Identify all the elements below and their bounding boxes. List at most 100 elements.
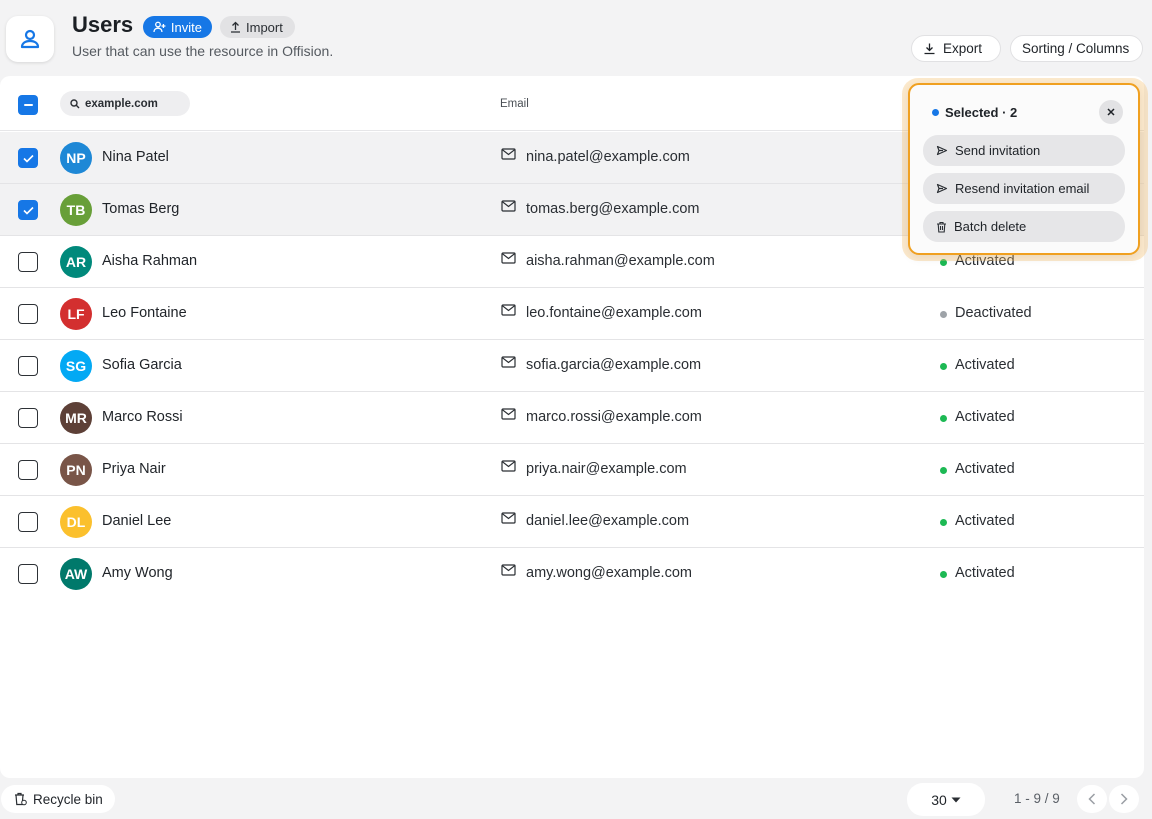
user-name: Nina Patel	[102, 149, 169, 165]
import-label: Import	[246, 19, 283, 35]
resend-invitation-button[interactable]: Resend invitation email	[923, 173, 1125, 204]
mail-icon	[501, 148, 516, 160]
user-email: amy.wong@example.com	[526, 565, 692, 581]
send-invitation-button[interactable]: Send invitation	[923, 135, 1125, 166]
pagination-info: 1 - 9 / 9	[1014, 791, 1060, 806]
chevron-left-icon	[1088, 793, 1096, 805]
row-checkbox[interactable]	[18, 252, 38, 272]
mail-icon	[501, 200, 516, 212]
status-dot	[940, 311, 947, 318]
recycle-bin-button[interactable]: Recycle bin	[1, 785, 115, 813]
download-icon	[924, 43, 935, 55]
recycle-bin-icon	[15, 792, 27, 806]
user-email: leo.fontaine@example.com	[526, 305, 702, 321]
row-checkbox[interactable]	[18, 356, 38, 376]
upload-icon	[231, 21, 240, 33]
status-badge: Activated	[955, 513, 1015, 529]
row-checkbox[interactable]	[18, 512, 38, 532]
table-row[interactable]: MR Marco Rossi marco.rossi@example.com Acti…	[0, 392, 1144, 444]
users-app-icon	[6, 16, 54, 62]
avatar: NP	[60, 142, 92, 174]
search-box[interactable]	[60, 91, 190, 116]
table-row[interactable]: SG Sofia Garcia sofia.garcia@example.com Ac…	[0, 340, 1144, 392]
invite-button[interactable]: Invite	[143, 16, 212, 38]
row-checkbox[interactable]	[18, 460, 38, 480]
status-dot	[940, 363, 947, 370]
user-name: Daniel Lee	[102, 513, 172, 529]
send-invitation-label: Send invitation	[955, 143, 1041, 158]
search-icon	[70, 98, 80, 108]
status-dot	[940, 519, 947, 526]
user-email: daniel.lee@example.com	[526, 513, 690, 529]
row-checkbox[interactable]	[18, 408, 38, 428]
user-email: sofia.garcia@example.com	[526, 357, 702, 373]
column-header-email[interactable]: Email	[500, 98, 529, 110]
row-checkbox[interactable]	[18, 148, 38, 168]
user-email: aisha.rahman@example.com	[526, 253, 715, 269]
close-icon	[1107, 108, 1115, 116]
avatar: TB	[60, 194, 92, 226]
status-badge: Deactivated	[955, 305, 1032, 321]
mail-icon	[501, 460, 516, 472]
selected-indicator-dot	[932, 109, 939, 116]
previous-page-button[interactable]	[1077, 785, 1107, 813]
status-dot	[940, 571, 947, 578]
avatar: AR	[60, 246, 92, 278]
avatar: MR	[60, 402, 92, 434]
user-email: marco.rossi@example.com	[526, 409, 702, 425]
resend-invitation-label: Resend invitation email	[955, 181, 1090, 196]
user-name: Priya Nair	[102, 461, 166, 477]
status-dot	[940, 467, 947, 474]
user-email: tomas.berg@example.com	[526, 201, 700, 217]
export-label: Export	[943, 41, 983, 56]
status-dot	[940, 415, 947, 422]
per-page-value: 30	[931, 791, 947, 808]
row-checkbox[interactable]	[18, 304, 38, 324]
checkmark-icon	[22, 206, 34, 215]
export-button[interactable]: Export	[911, 35, 1001, 62]
row-checkbox[interactable]	[18, 200, 38, 220]
table-row[interactable]: DL Daniel Lee daniel.lee@example.com Activa…	[0, 496, 1144, 548]
status-badge: Activated	[955, 565, 1015, 581]
avatar: SG	[60, 350, 92, 382]
chevron-right-icon	[1120, 793, 1128, 805]
trash-icon	[937, 221, 946, 233]
sorting-label: Sorting / Columns	[1022, 41, 1130, 56]
send-icon	[936, 145, 948, 156]
mail-icon	[501, 356, 516, 368]
status-badge: Activated	[955, 461, 1015, 477]
next-page-button[interactable]	[1109, 785, 1139, 813]
table-row[interactable]: LF Leo Fontaine leo.fontaine@example.com De…	[0, 288, 1144, 340]
avatar: PN	[60, 454, 92, 486]
row-checkbox[interactable]	[18, 564, 38, 584]
user-name: Sofia Garcia	[102, 357, 182, 373]
recycle-bin-label: Recycle bin	[33, 791, 103, 807]
user-email: priya.nair@example.com	[526, 461, 687, 477]
page-title: Users	[72, 12, 134, 37]
select-all-checkbox[interactable]	[18, 95, 38, 115]
avatar: LF	[60, 298, 92, 330]
user-email: nina.patel@example.com	[526, 149, 690, 165]
mail-icon	[501, 252, 516, 264]
user-name: Tomas Berg	[102, 201, 180, 217]
selected-count-label: Selected · 2	[945, 105, 1018, 120]
mail-icon	[501, 408, 516, 420]
sorting-columns-button[interactable]: Sorting / Columns	[1010, 35, 1143, 62]
user-name: Marco Rossi	[102, 409, 183, 425]
batch-delete-button[interactable]: Batch delete	[923, 211, 1125, 242]
import-button[interactable]: Import	[220, 16, 295, 38]
search-input[interactable]	[85, 97, 180, 110]
avatar: DL	[60, 506, 92, 538]
batch-delete-label: Batch delete	[954, 219, 1027, 234]
table-row[interactable]: AW Amy Wong amy.wong@example.com Activated	[0, 548, 1144, 600]
close-popup-button[interactable]	[1099, 100, 1123, 124]
avatar: AW	[60, 558, 92, 590]
send-icon	[936, 183, 948, 194]
table-row[interactable]: PN Priya Nair priya.nair@example.com Activa…	[0, 444, 1144, 496]
user-name: Leo Fontaine	[102, 305, 187, 321]
status-badge: Activated	[955, 409, 1015, 425]
per-page-select[interactable]: 30	[907, 783, 985, 816]
mail-icon	[501, 512, 516, 524]
mail-icon	[501, 304, 516, 316]
selection-popup: Selected · 2 Send invitation Resend invi…	[908, 83, 1140, 255]
